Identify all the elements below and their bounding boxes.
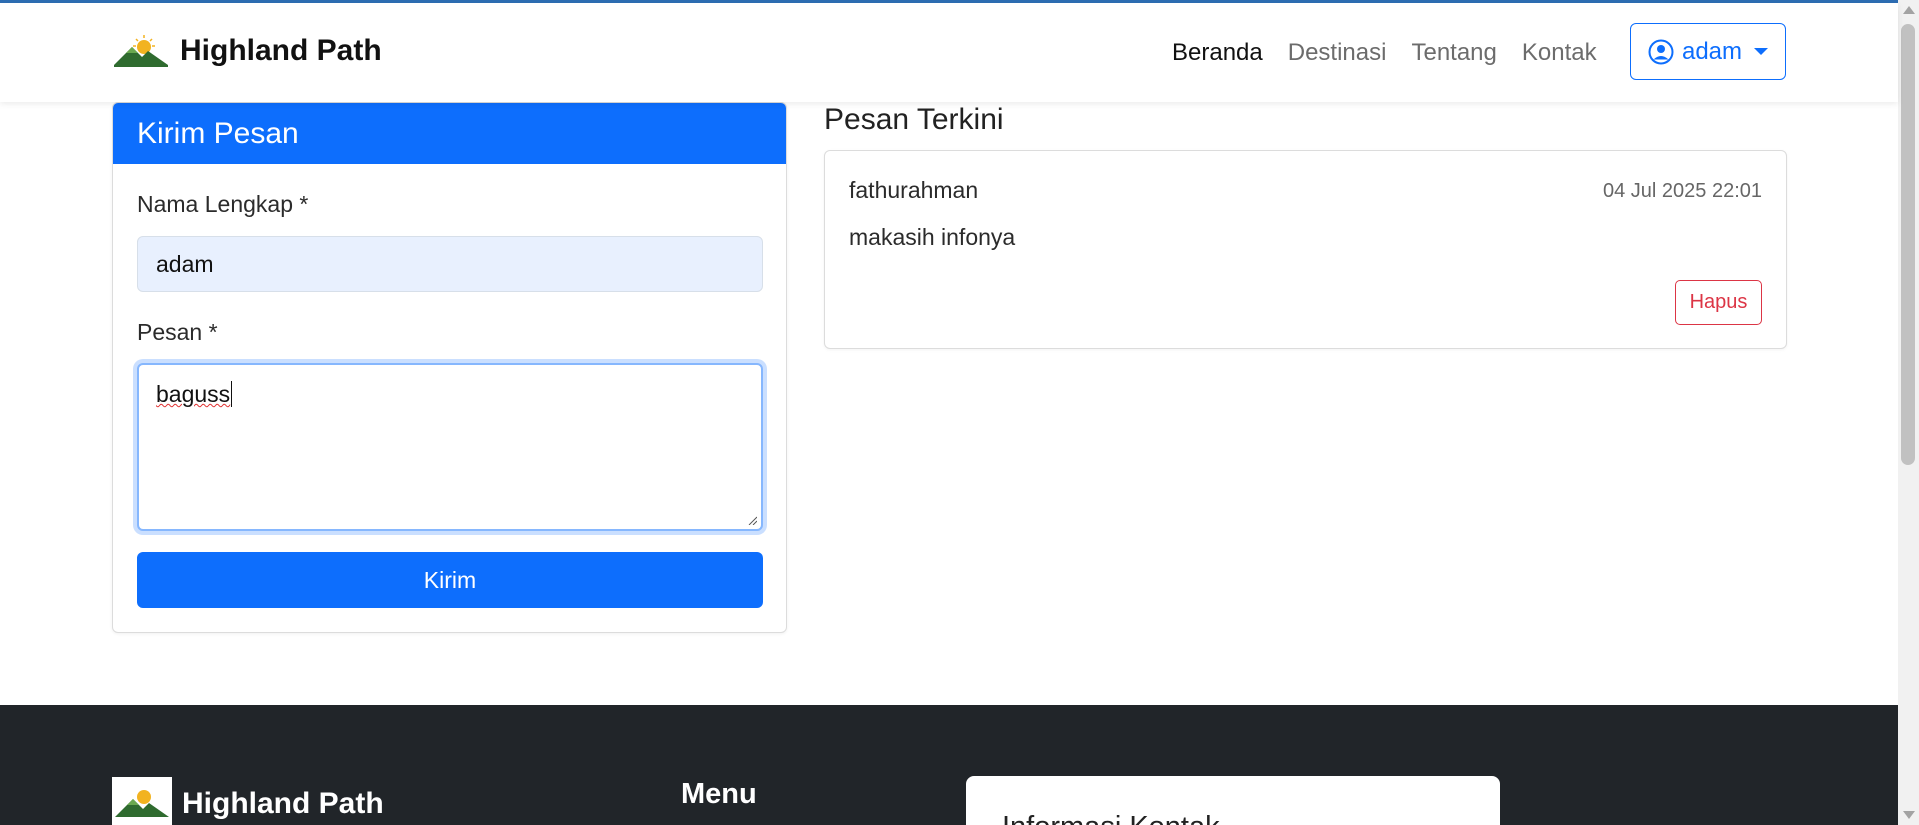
scroll-up-arrow-icon[interactable] xyxy=(1903,6,1915,14)
mountain-sun-logo-icon xyxy=(114,35,168,67)
brand[interactable]: Highland Path xyxy=(112,31,382,71)
delete-button[interactable]: Hapus xyxy=(1675,280,1762,325)
user-dropdown-button[interactable]: adam xyxy=(1630,23,1786,80)
send-message-card: Kirim Pesan Nama Lengkap * Pesan * bagus… xyxy=(112,102,787,633)
brand-name: Highland Path xyxy=(180,34,382,67)
message-body: makasih infonya xyxy=(849,224,1016,250)
name-input[interactable] xyxy=(137,236,763,292)
message-label: Pesan * xyxy=(137,319,218,345)
send-button[interactable]: Kirim xyxy=(137,552,763,608)
caret-down-icon xyxy=(1754,48,1769,55)
recent-messages-title: Pesan Terkini xyxy=(824,103,1004,136)
user-circle-icon xyxy=(1648,39,1674,64)
footer-brand-name: Highland Path xyxy=(182,787,384,820)
nav-link-kontak[interactable]: Kontak xyxy=(1522,39,1597,67)
footer-brand[interactable]: Highland Path xyxy=(112,777,384,825)
navbar: Highland Path Beranda Destinasi Tentang … xyxy=(0,3,1898,102)
footer-contact-card: Informasi Kontak xyxy=(966,776,1500,825)
message-textarea[interactable]: baguss​ xyxy=(137,363,763,531)
message-timestamp: 04 Jul 2025 22:01 xyxy=(1602,180,1762,202)
scroll-down-arrow-icon[interactable] xyxy=(1903,811,1915,819)
nav-link-tentang[interactable]: Tentang xyxy=(1411,39,1496,67)
resize-grip-icon[interactable] xyxy=(747,515,757,525)
nav-links: Beranda Destinasi Tentang Kontak xyxy=(1172,39,1622,67)
scrollbar[interactable] xyxy=(1898,0,1919,825)
nav-link-destinasi[interactable]: Destinasi xyxy=(1288,39,1387,67)
footer-menu-title: Menu xyxy=(681,778,757,810)
user-name: adam xyxy=(1681,37,1743,65)
message-text: baguss xyxy=(156,381,231,407)
footer-mountain-logo-icon xyxy=(112,777,172,825)
scroll-thumb[interactable] xyxy=(1901,24,1915,465)
text-cursor: ​ xyxy=(231,381,233,407)
send-message-title: Kirim Pesan xyxy=(113,103,786,164)
name-label: Nama Lengkap * xyxy=(137,191,309,217)
nav-link-beranda[interactable]: Beranda xyxy=(1172,39,1263,67)
footer: Highland Path Menu Informasi Kontak xyxy=(0,705,1898,825)
message-card: fathurahman 04 Jul 2025 22:01 makasih in… xyxy=(824,150,1787,349)
message-author: fathurahman xyxy=(849,177,979,203)
footer-contact-title: Informasi Kontak xyxy=(1002,811,1220,825)
